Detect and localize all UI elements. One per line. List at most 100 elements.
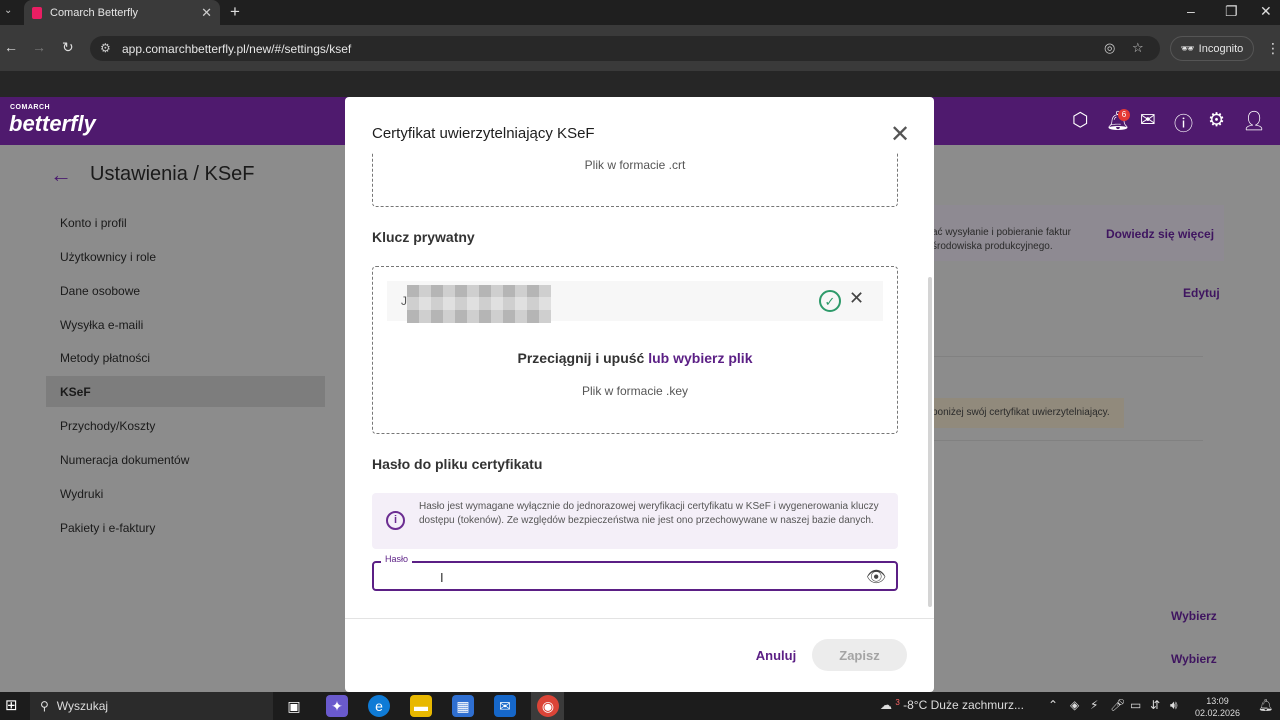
settings-gear-icon[interactable]: ⚙ [1208,109,1225,132]
help-icon[interactable]: ⓘ [1174,109,1193,136]
store-icon[interactable]: ▦ [452,695,474,717]
ksef-info-line2: środowiska produkcyjnego. [932,241,1053,252]
reload-icon[interactable]: ↻ [62,39,74,56]
bookmark-star-icon[interactable]: ☆ [1132,40,1144,56]
overlay-strip [0,71,1280,97]
sidebar-item-packages[interactable]: Pakiety i e-faktury [60,521,155,535]
site-settings-icon[interactable]: ⚙ [100,41,111,55]
edge-icon[interactable]: e [368,695,390,717]
tab-title: Comarch Betterfly [50,6,139,19]
search-icon: ⚲ [40,699,49,713]
save-button[interactable]: Zapisz [812,639,907,671]
mail-icon[interactable]: ✉ [1140,109,1156,132]
url-text: app.comarchbetterfly.pl/new/#/settings/k… [122,41,352,56]
password-info-box: i Hasło jest wymagane wyłącznie do jedno… [372,493,898,549]
back-icon[interactable]: ← [4,39,18,55]
incognito-icon: 🕶 [1180,43,1195,55]
sidebar-item-numbering[interactable]: Numeracja dokumentów [60,453,189,467]
remove-file-icon[interactable]: ✕ [849,288,864,309]
mail-app-icon[interactable]: ✉ [494,695,516,717]
drag-drop-text: Przeciągnij i upuść lub wybierz plik [373,350,897,366]
dialog-title: Certyfikat uwierzytelniający KSeF [372,125,595,142]
sidebar-item-personal-data[interactable]: Dane osobowe [60,284,140,298]
password-info-text: Hasło jest wymagane wyłącznie do jednora… [419,501,879,526]
drag-label: Przeciągnij i upuść [517,350,645,366]
window-close-icon[interactable]: ✕ [1260,3,1272,20]
sidebar-item-ksef[interactable]: KSeF [60,385,91,399]
certificate-dialog: Certyfikat uwierzytelniający KSeF ✕ Plik… [345,97,934,692]
tab-close-icon[interactable]: ✕ [201,5,212,21]
private-key-heading: Klucz prywatny [372,229,475,245]
minimize-icon[interactable]: – [1187,3,1195,19]
taskbar-clock[interactable]: 13:09 02.02.2026 [1195,695,1240,719]
ksef-cube-icon[interactable]: ⬡ [1072,109,1089,132]
microphone-icon[interactable]: 🎤︎ [1110,698,1125,712]
copilot-icon[interactable]: ✦ [326,695,348,717]
task-view-icon[interactable]: ▣ [283,695,305,717]
dialog-scrollbar[interactable] [928,277,932,607]
divider [928,356,1203,357]
choose-button-2[interactable]: Wybierz [1171,652,1217,666]
edit-link[interactable]: Edytuj [1183,286,1220,300]
info-icon: i [386,511,405,530]
sidebar-item-account[interactable]: Konto i profil [60,216,127,230]
notifications-icon[interactable]: 🔔︎ [1258,698,1273,712]
brand-logo[interactable]: betterfly [9,111,96,137]
password-input[interactable]: I 👁︎ [372,561,898,591]
forward-icon[interactable]: → [32,39,46,55]
browser-menu-icon[interactable]: ⋮ [1266,40,1280,57]
close-icon[interactable]: ✕ [890,120,910,149]
weather-widget[interactable]: ☁ 3 -8°C Duże zachmurz... [880,698,1024,712]
new-tab-icon[interactable]: + [230,2,240,22]
weather-badge: 3 [895,698,900,707]
bluetooth-off-icon[interactable]: ⚡ [1090,698,1098,712]
cancel-button[interactable]: Anuluj [749,639,803,671]
file-explorer-icon[interactable]: ▬ [410,695,432,717]
tab-list-icon[interactable]: ⌄ [4,5,12,16]
taskbar-search[interactable]: ⚲ Wyszukaj [30,692,273,720]
show-password-eye-icon[interactable]: 👁︎ [866,567,886,587]
network-icon[interactable]: ⇵ [1150,698,1160,712]
address-bar[interactable]: ⚙ app.comarchbetterfly.pl/new/#/settings… [90,36,1160,61]
page-title: Ustawienia / KSeF [90,163,255,185]
divider [928,440,1203,441]
text-cursor-icon: I [440,570,444,585]
sidebar-item-users[interactable]: Użytkownicy i role [60,250,156,264]
display-icon[interactable]: ▭ [1130,698,1141,712]
sidebar-item-emails[interactable]: Wysyłka e-maili [60,318,143,332]
tray-app-icon[interactable]: ◈ [1070,698,1079,712]
dialog-footer-divider [345,618,934,619]
choose-file-link[interactable]: lub wybierz plik [648,350,752,366]
windows-taskbar: ⊞ ⚲ Wyszukaj ▣ ✦ e ▬ ▦ ✉ ◉ ☁ 3 -8°C Duże… [0,692,1280,720]
user-icon[interactable]: 👤︎ [1242,109,1266,133]
back-arrow-icon[interactable]: ← [50,162,72,188]
learn-more-link[interactable]: Dowiedz się więcej [1106,227,1214,241]
ksef-info-line1: ać wysyłanie i pobieranie faktur [932,227,1071,238]
browser-tab[interactable]: Comarch Betterfly ✕ [24,0,220,25]
sidebar-item-prints[interactable]: Wydruki [60,487,103,501]
password-label: Hasło [381,554,413,564]
crt-format-hint: Plik w formacie .crt [584,158,686,172]
redacted-filename [407,285,551,323]
weather-text: -8°C Duże zachmurz... [903,698,1024,712]
eye-off-icon[interactable]: ◎ [1104,40,1115,56]
choose-button-1[interactable]: Wybierz [1171,609,1217,623]
search-label: Wyszukaj [56,699,109,713]
notification-badge: 6 [1118,109,1130,121]
chrome-icon[interactable]: ◉ [537,695,559,717]
password-heading: Hasło do pliku certyfikatu [372,456,543,472]
incognito-badge[interactable]: 🕶 Incognito [1170,36,1254,61]
browser-tabbar: ⌄ Comarch Betterfly ✕ + – ❐ ✕ [0,0,1280,25]
sidebar-item-income-costs[interactable]: Przychody/Koszty [60,419,155,433]
sidebar-item-payments[interactable]: Metody płatności [60,351,150,365]
windows-start-icon[interactable]: ⊞ [5,696,18,714]
check-circle-icon: ✓ [819,290,841,312]
dialog-body[interactable]: Plik w formacie .crt Klucz prywatny J ✓ … [345,153,934,618]
maximize-icon[interactable]: ❐ [1225,3,1238,20]
key-dropzone[interactable]: J ✓ ✕ Przeciągnij i upuść lub wybierz pl… [372,266,898,434]
show-hidden-icons-icon[interactable]: ⌃ [1048,698,1058,712]
clock-date: 02.02.2026 [1195,708,1241,718]
crt-dropzone[interactable]: Plik w formacie .crt [372,153,898,207]
uploaded-key-file: J ✓ ✕ [387,281,883,323]
volume-icon[interactable]: 🔊︎ [1170,698,1178,713]
